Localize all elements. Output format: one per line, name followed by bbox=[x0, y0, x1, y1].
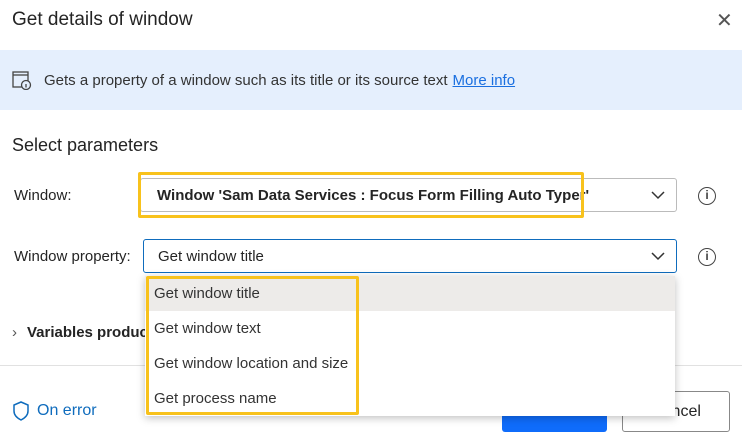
info-icon[interactable]: i bbox=[698, 248, 716, 266]
info-icon[interactable]: i bbox=[698, 187, 716, 205]
variables-produced-toggle[interactable]: › Variables produced bbox=[12, 324, 165, 341]
property-label: Window property: bbox=[14, 248, 131, 265]
info-banner: Gets a property of a window such as its … bbox=[0, 50, 742, 110]
banner-text: Gets a property of a window such as its … bbox=[44, 71, 448, 89]
on-error-button[interactable]: On error bbox=[12, 401, 97, 421]
on-error-label: On error bbox=[37, 402, 97, 419]
property-value: Get window title bbox=[158, 247, 264, 265]
window-info-icon bbox=[12, 71, 32, 90]
property-select[interactable]: Get window title bbox=[143, 239, 677, 273]
shield-icon bbox=[13, 401, 29, 421]
chevron-right-icon: › bbox=[12, 324, 17, 341]
chevron-down-icon bbox=[651, 252, 665, 261]
close-icon[interactable]: ✕ bbox=[716, 8, 733, 33]
section-title: Select parameters bbox=[12, 135, 159, 155]
window-label: Window: bbox=[14, 187, 72, 204]
more-info-link[interactable]: More info bbox=[453, 72, 516, 89]
highlight-box bbox=[146, 276, 359, 415]
dialog-title: Get details of window bbox=[12, 9, 193, 30]
chevron-down-icon bbox=[651, 191, 665, 200]
highlight-box bbox=[138, 172, 584, 218]
